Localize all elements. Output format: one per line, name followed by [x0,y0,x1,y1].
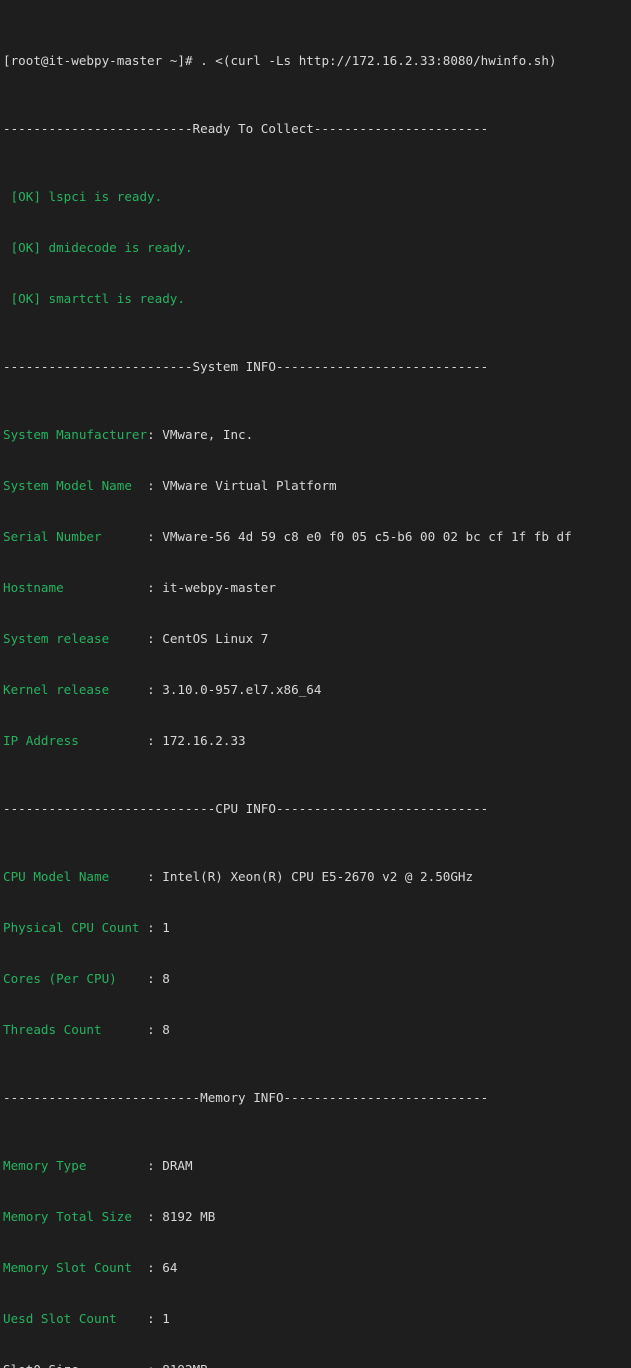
row-used-slot-count: Uesd Slot Count : 1 [3,1311,170,1326]
row-ip-address: IP Address : 172.16.2.33 [3,733,246,748]
row-memory-total-size: Memory Total Size : 8192 MB [3,1209,216,1224]
row-threads-count: Threads Count : 8 [3,1022,170,1037]
row-slot0-size: Slot0 Size : 8192MB [3,1361,631,1368]
row-serial-number: Serial Number : VMware-56 4d 59 c8 e0 f0… [3,529,572,544]
separator-system-info: -------------------------System INFO----… [3,359,489,374]
row-system-manufacturer: System Manufacturer: VMware, Inc. [3,427,254,442]
row-memory-slot-count: Memory Slot Count : 64 [3,1260,178,1275]
command-prompt-line: [root@it-webpy-master ~]# . <(curl -Ls h… [3,52,631,69]
check-lspci: [OK] lspci is ready. [3,189,163,204]
row-physical-cpu-count: Physical CPU Count : 1 [3,920,170,935]
terminal-window[interactable]: [root@it-webpy-master ~]# . <(curl -Ls h… [0,0,631,1368]
row-hostname: Hostname : it-webpy-master [3,580,276,595]
prompt-command-text: [root@it-webpy-master ~]# . <(curl -Ls h… [3,53,557,68]
separator-ready-to-collect: -------------------------Ready To Collec… [3,121,489,136]
check-dmidecode: [OK] dmidecode is ready. [3,240,193,255]
check-smartctl: [OK] smartctl is ready. [3,291,185,306]
separator-memory-info: --------------------------Memory INFO---… [3,1090,489,1105]
row-system-release: System release : CentOS Linux 7 [3,631,269,646]
separator-cpu-info: ----------------------------CPU INFO----… [3,801,489,816]
row-system-model-name: System Model Name : VMware Virtual Platf… [3,478,337,493]
row-memory-type: Memory Type : DRAM [3,1158,193,1173]
row-cpu-model-name: CPU Model Name : Intel(R) Xeon(R) CPU E5… [3,869,474,884]
row-cores-per-cpu: Cores (Per CPU) : 8 [3,971,170,986]
